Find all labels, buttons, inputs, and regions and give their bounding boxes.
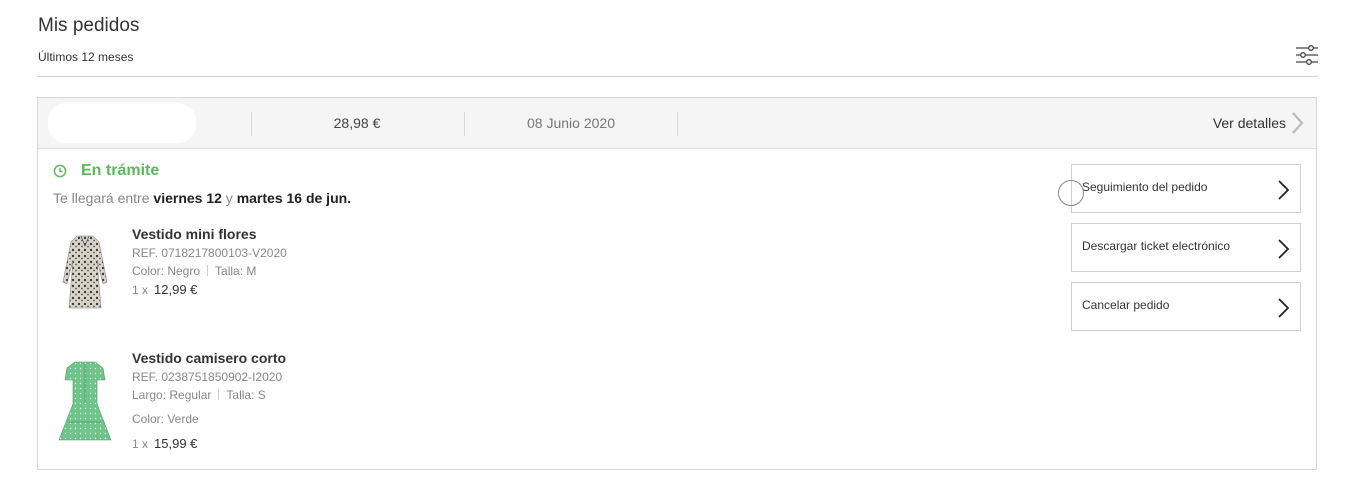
download-ticket-button[interactable]: Descargar ticket electrónico (1071, 223, 1301, 272)
summary-separator (677, 112, 678, 136)
product-attributes: Color: Negro Talla: M (132, 264, 532, 278)
attribute-separator (218, 389, 220, 400)
chevron-right-icon (1278, 239, 1290, 259)
product-price: 15,99 € (154, 436, 198, 451)
product-attributes: Largo: Regular Talla: S (132, 388, 532, 402)
product-name[interactable]: Vestido camisero corto (132, 350, 532, 366)
delivery-from: viernes 12 (153, 190, 222, 206)
filter-sliders-icon[interactable] (1294, 44, 1320, 66)
cancel-order-button[interactable]: Cancelar pedido (1071, 282, 1301, 331)
attribute-separator (207, 265, 209, 276)
view-details-link[interactable]: Ver detalles (1213, 111, 1304, 135)
product-ref: REF. 0718217800103-V2020 (132, 246, 287, 260)
track-order-button[interactable]: Seguimiento del pedido (1071, 164, 1301, 213)
redacted-order-number (48, 103, 196, 143)
product-name[interactable]: Vestido mini flores (132, 226, 532, 242)
product-info: Vestido mini flores REF. 0718217800103-V… (132, 226, 532, 297)
cancel-order-label: Cancelar pedido (1082, 298, 1170, 312)
chevron-right-icon (1292, 112, 1304, 134)
order-status: En trámite (53, 162, 159, 180)
product-info: Vestido camisero corto REF. 023875185090… (132, 350, 532, 451)
period-subtitle: Últimos 12 meses (38, 50, 134, 64)
clock-icon (53, 164, 67, 178)
status-label: En trámite (81, 162, 160, 179)
order-summary-bar: 28,98 € 08 Junio 2020 Ver detalles (38, 98, 1316, 149)
delivery-join: y (225, 190, 233, 206)
floral-dress-image (62, 235, 108, 309)
green-shirt-dress-image (58, 361, 112, 441)
header-divider (37, 76, 1318, 77)
product-price-line: 1 x 15,99 € (132, 436, 532, 451)
page-title: Mis pedidos (38, 15, 140, 36)
product-price-line: 1 x 12,99 € (132, 282, 532, 297)
chevron-right-icon (1278, 180, 1290, 200)
product-price: 12,99 € (154, 282, 198, 297)
delivery-estimate: Te llegará entre viernes 12 y martes 16 … (53, 190, 351, 206)
sliders-icon (1296, 45, 1318, 65)
order-card: 28,98 € 08 Junio 2020 Ver detalles En tr… (37, 97, 1317, 470)
product-quantity: 1 x (132, 283, 149, 297)
download-ticket-label: Descargar ticket electrónico (1082, 239, 1231, 253)
view-details-label: Ver detalles (1212, 115, 1286, 131)
product-color: Color: Negro (132, 264, 201, 278)
order-date: 08 Junio 2020 (527, 115, 615, 131)
summary-separator (464, 112, 465, 136)
product-image-shirt-dress[interactable] (53, 356, 117, 446)
chevron-right-icon (1278, 298, 1290, 318)
product-image-floral-dress[interactable] (53, 224, 117, 314)
product-color: Color: Verde (132, 412, 199, 426)
product-size: Talla: S (226, 388, 266, 402)
order-total: 28,98 € (333, 115, 381, 131)
product-length: Largo: Regular (132, 388, 212, 402)
delivery-to: martes 16 de jun. (236, 190, 352, 206)
product-quantity: 1 x (132, 437, 149, 451)
delivery-prefix: Te llegará entre (53, 190, 150, 206)
product-size: Talla: M (215, 264, 257, 278)
product-ref: REF. 0238751850902-I2020 (132, 370, 283, 384)
track-order-label: Seguimiento del pedido (1082, 180, 1208, 194)
